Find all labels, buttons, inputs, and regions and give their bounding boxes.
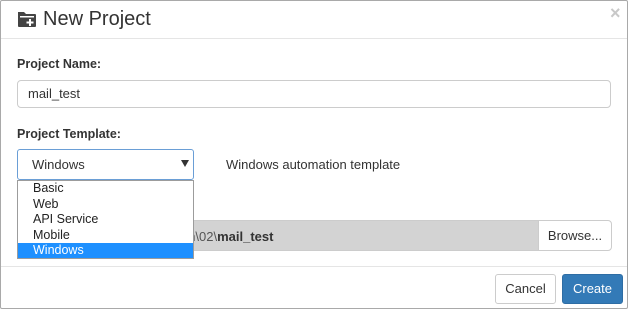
- project-path-name: mail_test: [217, 229, 274, 244]
- cancel-button[interactable]: Cancel: [495, 274, 556, 304]
- project-template-label: Project Template:: [17, 127, 121, 141]
- project-template-select[interactable]: Windows: [17, 149, 194, 180]
- project-name-label: Project Name:: [17, 57, 102, 71]
- template-selected-value: Windows: [32, 157, 85, 172]
- template-dropdown-list: Basic Web API Service Mobile Windows: [17, 180, 194, 259]
- dialog-footer: Cancel Create: [1, 266, 627, 309]
- template-option-api-service[interactable]: API Service: [18, 212, 193, 227]
- project-name-input[interactable]: mail_test: [17, 80, 611, 108]
- create-button[interactable]: Create: [562, 274, 623, 304]
- template-option-mobile[interactable]: Mobile: [18, 228, 193, 243]
- template-option-windows[interactable]: Windows: [18, 243, 193, 258]
- folder-plus-icon: [18, 12, 36, 27]
- browse-button[interactable]: Browse...: [538, 220, 612, 251]
- template-option-web[interactable]: Web: [18, 197, 193, 212]
- caret-down-icon: [181, 160, 189, 167]
- template-option-basic[interactable]: Basic: [18, 181, 193, 196]
- dialog-header: New Project ×: [1, 1, 627, 39]
- template-description: Windows automation template: [226, 157, 401, 172]
- dialog-title: New Project: [43, 8, 151, 30]
- new-project-dialog: New Project × Project Name: mail_test Pr…: [0, 0, 628, 309]
- close-icon[interactable]: ×: [610, 3, 621, 23]
